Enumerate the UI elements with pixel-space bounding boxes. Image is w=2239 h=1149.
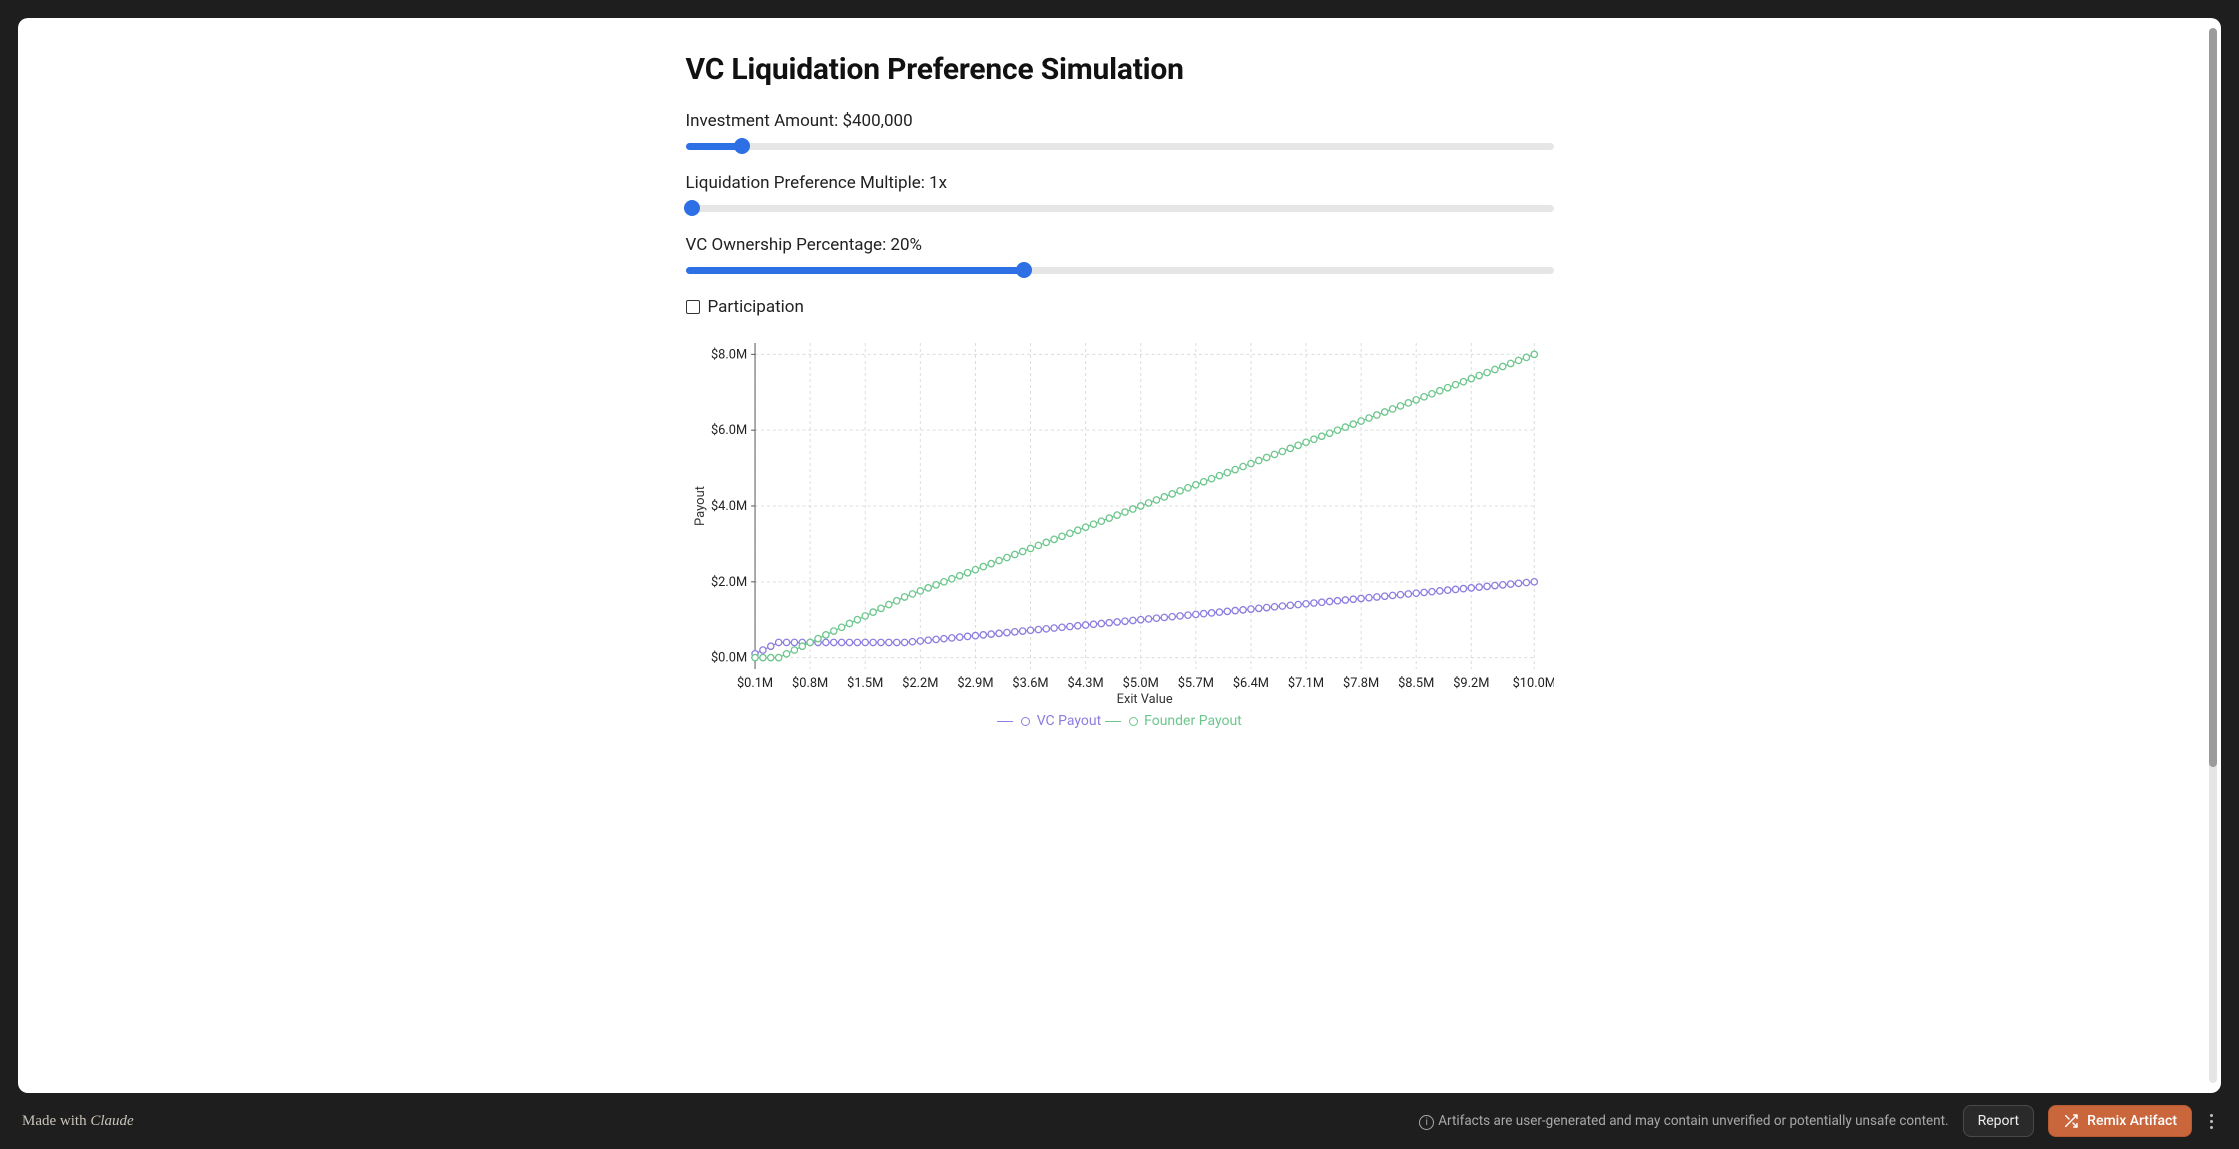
liquidation-multiple-slider[interactable] — [686, 199, 1554, 217]
scrollbar[interactable] — [2209, 28, 2217, 1083]
artifact-panel: VC Liquidation Preference Simulation Inv… — [18, 18, 2221, 1093]
vc-ownership-label: VC Ownership Percentage: 20% — [686, 235, 1554, 255]
remix-artifact-button[interactable]: Remix Artifact — [2048, 1105, 2192, 1137]
svg-text:$0.8M: $0.8M — [792, 676, 828, 691]
svg-text:$2.9M: $2.9M — [957, 676, 993, 691]
svg-text:$7.1M: $7.1M — [1287, 676, 1323, 691]
svg-text:$8.5M: $8.5M — [1398, 676, 1434, 691]
svg-text:$7.8M: $7.8M — [1343, 676, 1379, 691]
svg-text:$2.0M: $2.0M — [710, 575, 746, 590]
payout-chart: $0.0M $2.0M $4.0M $6.0M $8.0M $0.1M $0.8M $1.5M… — [686, 331, 1554, 711]
vc-ownership-slider[interactable] — [686, 261, 1554, 279]
svg-text:$5.7M: $5.7M — [1177, 676, 1213, 691]
artifact-footer: Made with Claude iArtifacts are user-gen… — [0, 1093, 2239, 1149]
svg-text:$0.1M: $0.1M — [736, 676, 772, 691]
investment-amount-label: Investment Amount: $400,000 — [686, 111, 1554, 131]
artifact-warning: iArtifacts are user-generated and may co… — [1419, 1113, 1948, 1130]
svg-text:$8.0M: $8.0M — [710, 347, 746, 362]
svg-text:$10.0M: $10.0M — [1512, 676, 1553, 691]
svg-text:Exit Value: Exit Value — [1116, 692, 1172, 707]
svg-text:$2.2M: $2.2M — [902, 676, 938, 691]
shuffle-icon — [2063, 1113, 2079, 1129]
svg-text:$9.2M: $9.2M — [1453, 676, 1489, 691]
liquidation-multiple-label: Liquidation Preference Multiple: 1x — [686, 173, 1554, 193]
more-menu-button[interactable] — [2206, 1108, 2217, 1135]
info-icon: i — [1419, 1115, 1434, 1130]
page-title: VC Liquidation Preference Simulation — [686, 52, 1554, 87]
svg-text:$5.0M: $5.0M — [1122, 676, 1158, 691]
svg-text:Payout: Payout — [692, 486, 707, 526]
investment-amount-slider[interactable] — [686, 137, 1554, 155]
svg-text:$4.0M: $4.0M — [710, 499, 746, 514]
svg-text:$6.4M: $6.4M — [1232, 676, 1268, 691]
participation-label: Participation — [708, 297, 804, 317]
made-with-claude: Made with Claude — [22, 1113, 134, 1130]
svg-text:$1.5M: $1.5M — [847, 676, 883, 691]
svg-text:$0.0M: $0.0M — [710, 651, 746, 666]
svg-text:$3.6M: $3.6M — [1012, 676, 1048, 691]
svg-text:$4.3M: $4.3M — [1067, 676, 1103, 691]
svg-text:$6.0M: $6.0M — [710, 423, 746, 438]
report-button[interactable]: Report — [1963, 1105, 2035, 1137]
chart-legend: VC Payout Founder Payout — [686, 713, 1554, 729]
participation-checkbox[interactable] — [686, 300, 700, 314]
